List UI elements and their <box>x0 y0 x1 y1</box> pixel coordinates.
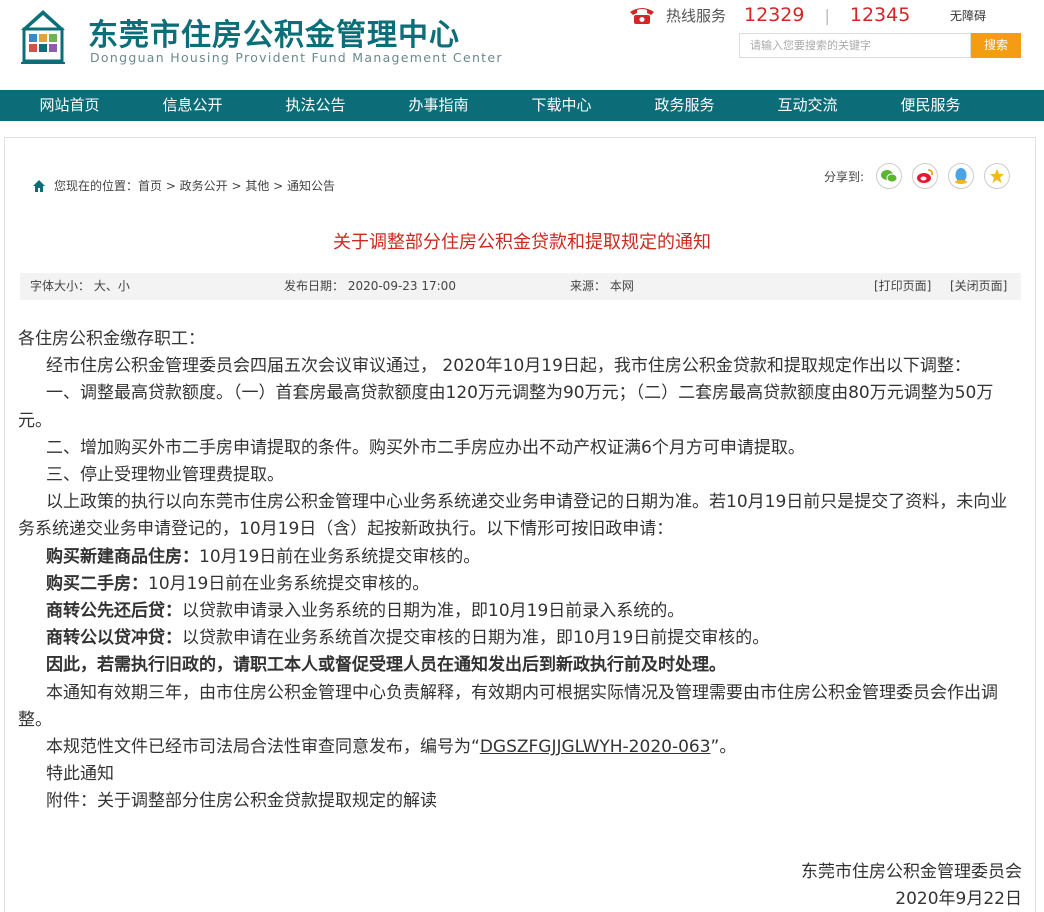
hotline-number-12345: 12345 <box>849 4 911 26</box>
close-page-link[interactable]: [关闭页面] <box>950 273 1007 300</box>
list-item-text: 以贷款申请录入业务系统的日期为准，即10月19日前录入系统的。 <box>182 601 685 622</box>
hotline-label: 热线服务 <box>666 6 727 25</box>
wechat-icon[interactable] <box>876 163 903 189</box>
font-size-control[interactable]: 字体大小： 大、小 <box>30 273 130 300</box>
telephone-icon <box>630 8 654 24</box>
nav-item-government-services[interactable]: 政务服务 <box>623 90 746 121</box>
doc-number-prefix: 本规范性文件已经市司法局合法性审查同意发布，编号为“ <box>46 737 480 758</box>
nav-item-info-disclosure[interactable]: 信息公开 <box>131 90 254 121</box>
list-item: 商转公以贷冲贷：以贷款申请在业务系统首次提交审核的日期为准，即10月19日前提交… <box>18 625 1022 652</box>
list-item-label: 商转公以贷冲贷： <box>46 628 182 649</box>
search-input[interactable]: 请输入您要搜索的关键字 <box>739 33 971 58</box>
site-subtitle: Dongguan Housing Provident Fund Manageme… <box>90 50 503 65</box>
print-page-link[interactable]: [打印页面] <box>874 273 931 300</box>
article-title: 关于调整部分住房公积金贷款和提取规定的通知 <box>333 232 711 253</box>
list-item: 商转公先还后贷：以贷款申请录入业务系统的日期为准，即10月19日前录入系统的。 <box>18 598 1022 625</box>
paragraph: 一、调整最高贷款额度。（一）首套房最高贷款额度由120万元调整为90万元；（二）… <box>18 383 994 431</box>
nav-item-download-center[interactable]: 下载中心 <box>500 90 623 121</box>
site-logo-icon[interactable] <box>18 8 68 66</box>
article-source: 来源： 本网 <box>570 279 634 293</box>
paragraph: 本通知有效期三年，由市住房公积金管理中心负责解释，有效期内可根据实际情况及管理需… <box>18 682 998 730</box>
article-meta-bar: 字体大小： 大、小 发布日期： 2020-09-23 17:00 来源： 本网 … <box>20 273 1021 300</box>
hotline-number-12329: 12329 <box>744 4 805 26</box>
publish-date: 发布日期： 2020-09-23 17:00 <box>284 279 456 293</box>
breadcrumb: 您现在的位置：首页 > 政务公开 > 其他 > 通知公告 <box>32 177 335 194</box>
article-body: 各住房公积金缴存职工： 经市住房公积金管理委员会四届五次会议审议通过， 2020… <box>18 326 1022 816</box>
nav-item-law-announcement[interactable]: 执法公告 <box>254 90 377 121</box>
share-label: 分享到: <box>824 169 865 184</box>
paragraph: 经市住房公积金管理委员会四届五次会议审议通过， 2020年10月19日起，我市住… <box>46 356 971 377</box>
share-bar: 分享到: <box>824 163 1020 189</box>
list-item-text: 以贷款申请在业务系统首次提交审核的日期为准，即10月19日前提交审核的。 <box>182 628 770 649</box>
main-nav: 网站首页 信息公开 执法公告 办事指南 下载中心 政务服务 互动交流 便民服务 <box>0 90 1044 121</box>
nav-item-public-services[interactable]: 便民服务 <box>869 90 992 121</box>
paragraph: 以上政策的执行以向东莞市住房公积金管理中心业务系统递交业务申请登记的日期为准。若… <box>18 492 1008 540</box>
paragraph: 本规范性文件已经市司法局合法性审查同意发布，编号为“DGSZFGJJGLWYH-… <box>18 734 1022 761</box>
qq-icon[interactable] <box>948 163 975 189</box>
site-title: 东莞市住房公积金管理中心 <box>88 18 460 53</box>
document-number: DGSZFGJJGLWYH-2020-063 <box>479 737 711 758</box>
list-item: 购买二手房：10月19日前在业务系统提交审核的。 <box>18 571 1022 598</box>
salutation: 各住房公积金缴存职工： <box>18 329 205 349</box>
search-button[interactable]: 搜索 <box>971 33 1021 58</box>
list-item-label: 购买二手房： <box>46 573 148 594</box>
bold-note: 因此，若需执行旧政的，请职工本人或督促受理人员在通知发出后到新政执行前及时处理。 <box>18 652 1022 679</box>
hotline-divider: | <box>824 5 830 25</box>
bold-note-text: 因此，若需执行旧政的，请职工本人或督促受理人员在通知发出后到新政执行前及时处理。 <box>46 655 726 676</box>
hotline: 热线服务 12329 | 12345 <box>628 4 910 26</box>
paragraph: 二、增加购买外市二手房申请提取的条件。购买外市二手房应办出不动产权证满6个月方可… <box>46 437 805 458</box>
site-header: 东莞市住房公积金管理中心 Dongguan Housing Provident … <box>0 0 1044 90</box>
accessibility-link[interactable]: 无障碍 <box>950 7 986 24</box>
list-item-text: 10月19日前在业务系统提交审核的。 <box>148 573 430 594</box>
signature-date: 2020年9月22日 <box>895 889 1022 909</box>
doc-number-suffix: ”。 <box>710 737 737 758</box>
home-icon <box>33 179 45 192</box>
signature: 东莞市住房公积金管理委员会 <box>801 862 1022 882</box>
breadcrumb-text[interactable]: 您现在的位置：首页 > 政务公开 > 其他 > 通知公告 <box>54 177 335 194</box>
paragraph: 三、停止受理物业管理费提取。 <box>46 465 284 486</box>
attachment-link[interactable]: 附件：关于调整部分住房公积金贷款提取规定的解读 <box>18 788 1022 815</box>
weibo-icon[interactable] <box>912 163 939 189</box>
list-item: 购买新建商品住房：10月19日前在业务系统提交审核的。 <box>18 544 1022 571</box>
nav-item-service-guide[interactable]: 办事指南 <box>377 90 500 121</box>
paragraph: 特此通知 <box>46 764 114 785</box>
list-item-label: 商转公先还后贷： <box>46 601 182 622</box>
list-item-text: 10月19日前在业务系统提交审核的。 <box>199 546 481 567</box>
nav-item-home[interactable]: 网站首页 <box>8 90 131 121</box>
list-item-label: 购买新建商品住房： <box>46 546 199 567</box>
nav-item-interaction[interactable]: 互动交流 <box>746 90 869 121</box>
favorite-icon[interactable] <box>984 163 1011 189</box>
